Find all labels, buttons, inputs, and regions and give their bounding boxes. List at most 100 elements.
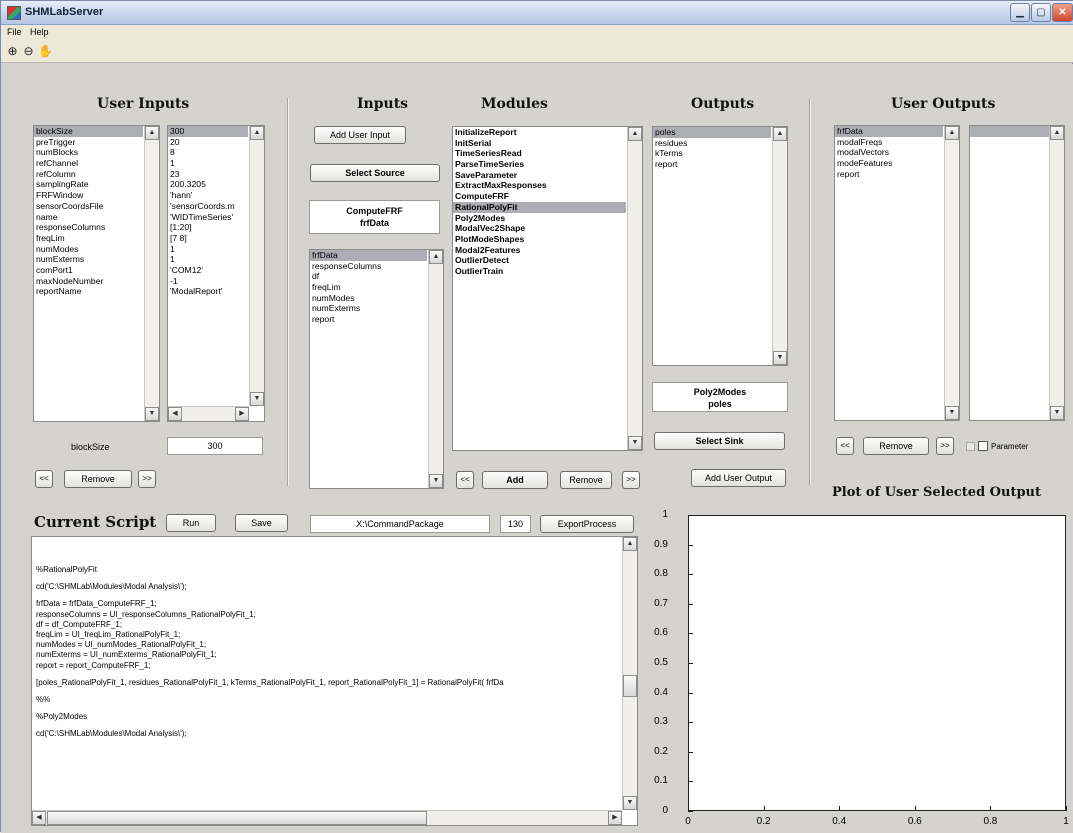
list-item[interactable]: ParseTimeSeries: [453, 159, 626, 170]
scrollbar[interactable]: ▲ ▼: [249, 126, 264, 406]
scroll-left-icon[interactable]: ◀: [168, 407, 182, 421]
add-user-input-button[interactable]: Add User Input: [314, 126, 406, 144]
list-item[interactable]: blockSize: [34, 126, 143, 137]
list-item[interactable]: numExterms: [310, 303, 427, 314]
list-item[interactable]: ExtractMaxResponses: [453, 180, 626, 191]
list-item[interactable]: TimeSeriesRead: [453, 148, 626, 159]
list-item[interactable]: Modal2Features: [453, 245, 626, 256]
list-item[interactable]: modeFeatures: [835, 158, 943, 169]
list-item[interactable]: Poly2Modes: [453, 213, 626, 224]
list-item[interactable]: numExterms: [34, 254, 143, 265]
list-item[interactable]: InitializeReport: [453, 127, 626, 138]
user-input-values-list[interactable]: 300 20 8 1 23 200.3205'hann''sensorCoords.m 'W…: [167, 125, 265, 422]
list-item[interactable]: reportName: [34, 286, 143, 297]
maximize-button[interactable]: ▢: [1031, 3, 1051, 22]
list-item[interactable]: [1:20]: [168, 222, 248, 233]
list-item[interactable]: report: [310, 314, 427, 325]
user-inputs-prev-button[interactable]: <<: [35, 470, 53, 488]
scroll-right-icon[interactable]: ▶: [608, 811, 622, 825]
scroll-up-icon[interactable]: ▲: [429, 250, 443, 264]
outputs-list[interactable]: poles residues kTerms report ▲ ▼: [652, 126, 788, 366]
modules-list[interactable]: InitializeReport InitSerial TimeSeriesRead…: [452, 126, 643, 451]
minimize-button[interactable]: ▁: [1010, 3, 1030, 22]
export-process-button[interactable]: ExportProcess: [540, 515, 634, 533]
list-item[interactable]: SaveParameter: [453, 170, 626, 181]
parameter-checkbox[interactable]: [978, 441, 988, 451]
user-outputs-next-button[interactable]: >>: [936, 437, 954, 455]
list-item[interactable]: freqLim: [310, 282, 427, 293]
scroll-thumb[interactable]: [623, 675, 637, 697]
scrollbar[interactable]: ▲ ▼: [944, 126, 959, 420]
modules-next-button[interactable]: >>: [622, 471, 640, 489]
package-path-field[interactable]: X:\CommandPackage: [310, 515, 490, 533]
user-outputs-prev-button[interactable]: <<: [836, 437, 854, 455]
list-item[interactable]: ModalVec2Shape: [453, 223, 626, 234]
scroll-down-icon[interactable]: ▼: [1050, 406, 1064, 420]
scrollbar[interactable]: ▲ ▼: [144, 126, 159, 421]
list-item[interactable]: OutlierTrain: [453, 266, 626, 277]
list-item[interactable]: 1: [168, 244, 248, 255]
list-item[interactable]: residues: [653, 138, 771, 149]
list-item[interactable]: refChannel: [34, 158, 143, 169]
scroll-down-icon[interactable]: ▼: [250, 392, 264, 406]
remove-module-button[interactable]: Remove: [560, 471, 612, 489]
scroll-down-icon[interactable]: ▼: [623, 796, 637, 810]
list-item[interactable]: FRFWindow: [34, 190, 143, 201]
process-number-field[interactable]: 130: [500, 515, 531, 533]
list-item[interactable]: [970, 126, 1050, 137]
close-button[interactable]: ✕: [1052, 3, 1073, 22]
select-sink-button[interactable]: Select Sink: [654, 432, 785, 450]
user-outputs-list[interactable]: frfData modalFreqs modalVectors modeFeature…: [834, 125, 960, 421]
list-item[interactable]: 'WIDTimeSeries': [168, 212, 248, 223]
scrollbar[interactable]: ▲ ▼: [622, 537, 637, 810]
list-item[interactable]: refColumn: [34, 169, 143, 180]
list-item[interactable]: freqLim: [34, 233, 143, 244]
list-item[interactable]: 1: [168, 254, 248, 265]
user-output-values-list[interactable]: ▲ ▼: [969, 125, 1065, 421]
list-item[interactable]: [7 8]: [168, 233, 248, 244]
list-item[interactable]: InitSerial: [453, 138, 626, 149]
add-user-output-button[interactable]: Add User Output: [691, 469, 786, 487]
list-item[interactable]: comPort1: [34, 265, 143, 276]
scroll-down-icon[interactable]: ▼: [429, 474, 443, 488]
scroll-up-icon[interactable]: ▲: [628, 127, 642, 141]
list-item[interactable]: 1: [168, 158, 248, 169]
scroll-down-icon[interactable]: ▼: [773, 351, 787, 365]
scrollbar[interactable]: ▲ ▼: [1049, 126, 1064, 420]
list-item[interactable]: 20: [168, 137, 248, 148]
list-item[interactable]: report: [835, 169, 943, 180]
scroll-down-icon[interactable]: ▼: [628, 436, 642, 450]
scrollbar[interactable]: ▲ ▼: [772, 127, 787, 365]
select-source-button[interactable]: Select Source: [310, 164, 440, 182]
plot-area[interactable]: [688, 515, 1066, 811]
scroll-right-icon[interactable]: ▶: [235, 407, 249, 421]
user-input-names-list[interactable]: blockSize preTrigger numBlocks refChannel re…: [33, 125, 160, 422]
list-item[interactable]: PlotModeShapes: [453, 234, 626, 245]
list-item[interactable]: responseColumns: [310, 261, 427, 272]
scroll-down-icon[interactable]: ▼: [145, 407, 159, 421]
save-button[interactable]: Save: [235, 514, 288, 532]
inputs-list[interactable]: frfData responseColumns df freqLim numModes n…: [309, 249, 444, 489]
user-outputs-remove-button[interactable]: Remove: [863, 437, 929, 455]
list-item[interactable]: -1: [168, 276, 248, 287]
list-item[interactable]: 'hann': [168, 190, 248, 201]
scroll-down-icon[interactable]: ▼: [945, 406, 959, 420]
scrollbar[interactable]: ▲ ▼: [627, 127, 642, 450]
user-inputs-next-button[interactable]: >>: [138, 470, 156, 488]
list-item[interactable]: 'COM12': [168, 265, 248, 276]
list-item[interactable]: 200.3205: [168, 179, 248, 190]
scroll-up-icon[interactable]: ▲: [773, 127, 787, 141]
zoom-in-icon[interactable]: ⊕: [5, 44, 20, 59]
scroll-up-icon[interactable]: ▲: [945, 126, 959, 140]
scrollbar[interactable]: ▲ ▼: [428, 250, 443, 488]
list-item[interactable]: samplingRate: [34, 179, 143, 190]
list-item[interactable]: responseColumns: [34, 222, 143, 233]
scroll-thumb[interactable]: [47, 811, 427, 825]
menu-help[interactable]: Help: [30, 27, 49, 37]
scroll-left-icon[interactable]: ◀: [32, 811, 46, 825]
selected-input-value-field[interactable]: 300: [167, 437, 263, 455]
list-item[interactable]: poles: [653, 127, 771, 138]
add-module-button[interactable]: Add: [482, 471, 548, 489]
pan-hand-icon[interactable]: ✋: [38, 44, 53, 59]
list-item[interactable]: 8: [168, 147, 248, 158]
